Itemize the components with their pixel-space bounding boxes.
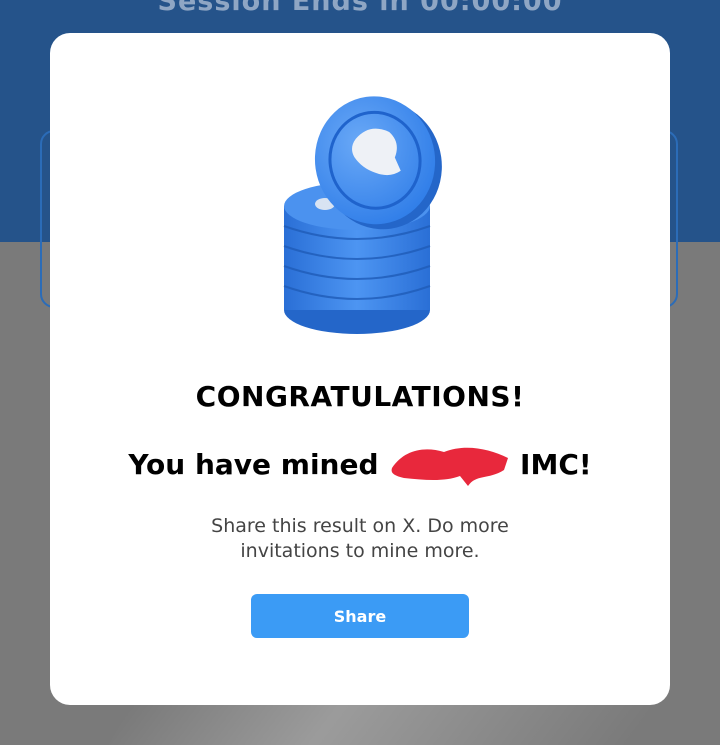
congratulations-title: CONGRATULATIONS! [195, 380, 525, 413]
message-line-2: invitations to mine more. [240, 540, 480, 562]
share-message: Share this result on X. Do more invitati… [50, 514, 670, 564]
redacted-amount [390, 447, 509, 486]
background-decoration [108, 705, 652, 745]
message-line-1: Share this result on X. Do more [211, 515, 509, 537]
mined-suffix: IMC! [520, 448, 592, 481]
mined-amount-line: You have mined IMC! [50, 447, 670, 486]
share-button[interactable]: Share [251, 594, 469, 638]
session-timer: Session Ends in 00:00:00 [157, 0, 563, 17]
mined-prefix: You have mined [128, 448, 379, 481]
coin-stack-icon [283, 96, 442, 334]
